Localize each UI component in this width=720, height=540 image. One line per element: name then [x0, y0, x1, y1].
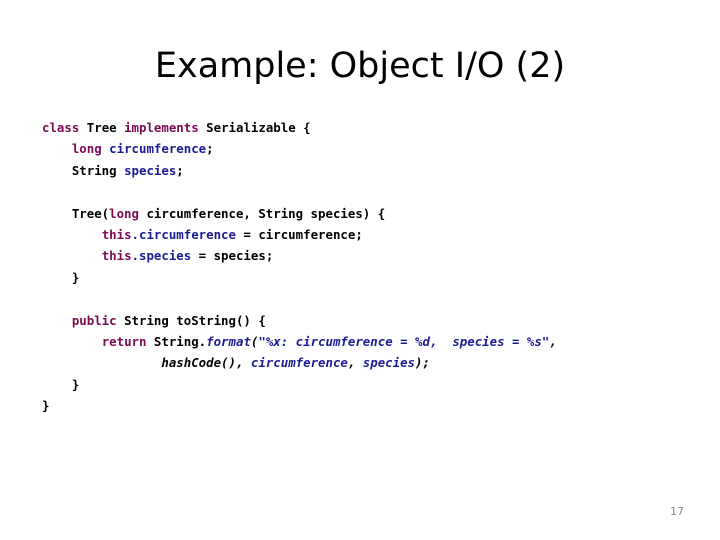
- code-token: ,: [347, 355, 363, 371]
- code-token: circumference: [250, 355, 348, 371]
- code-line: }: [42, 395, 682, 416]
- code-token: ;: [176, 162, 184, 178]
- code-token: implements: [124, 120, 199, 135]
- code-line: public String toString() {: [42, 310, 682, 331]
- code-token: class: [42, 120, 80, 135]
- code-line: }: [42, 374, 682, 395]
- code-token: species: [362, 355, 416, 371]
- code-token: }: [42, 376, 80, 392]
- code-token: String.: [146, 333, 207, 349]
- code-token: species: [124, 162, 177, 178]
- code-token: Tree(: [42, 205, 110, 221]
- code-line: hashCode(), circumference, species);: [42, 352, 682, 373]
- code-token: .circumference: [131, 226, 236, 242]
- code-token: );: [415, 355, 430, 371]
- code-token: Tree: [86, 120, 117, 135]
- code-token: return: [101, 333, 147, 349]
- code-line: return String.format("%x: circumference …: [42, 331, 682, 352]
- code-token: String toString() {: [116, 312, 266, 328]
- code-line: this.species = species;: [42, 245, 682, 266]
- code-token: this: [101, 248, 132, 264]
- code-token: long: [71, 141, 102, 157]
- code-token: ;: [206, 141, 214, 157]
- code-token: hashCode(): [161, 355, 236, 371]
- code-token: = species;: [191, 248, 274, 264]
- code-token: circumference, String species) {: [138, 205, 386, 221]
- code-token: circumference: [109, 141, 207, 157]
- code-line: }: [42, 267, 682, 288]
- code-token: format: [206, 333, 251, 349]
- code-token: }: [42, 398, 50, 414]
- code-line: String species;: [42, 160, 682, 181]
- code-line: class Tree implements Serializable {: [42, 117, 682, 138]
- code-line: Tree(long circumference, String species)…: [42, 203, 682, 224]
- slide-page-number: 17: [670, 505, 684, 518]
- code-line: long circumference;: [42, 138, 682, 159]
- code-token: ,: [549, 333, 557, 349]
- code-token: "%x: circumference = %d, species = %s": [258, 333, 550, 349]
- page-title: Example: Object I/O (2): [154, 46, 566, 86]
- code-token: .species: [131, 248, 192, 264]
- code-token: this: [101, 226, 132, 242]
- code-token: = circumference;: [235, 226, 363, 242]
- code-token: ,: [235, 355, 251, 371]
- code-line: this.circumference = circumference;: [42, 224, 682, 245]
- code-token: Serializable {: [206, 120, 311, 135]
- code-token: public: [71, 312, 117, 328]
- code-token: long: [109, 205, 139, 221]
- code-block: class Tree implements Serializable { lon…: [42, 117, 682, 416]
- code-token: }: [42, 269, 80, 285]
- code-token: String: [71, 162, 117, 178]
- slide-canvas: Example: Object I/O (2) class Tree imple…: [0, 0, 720, 540]
